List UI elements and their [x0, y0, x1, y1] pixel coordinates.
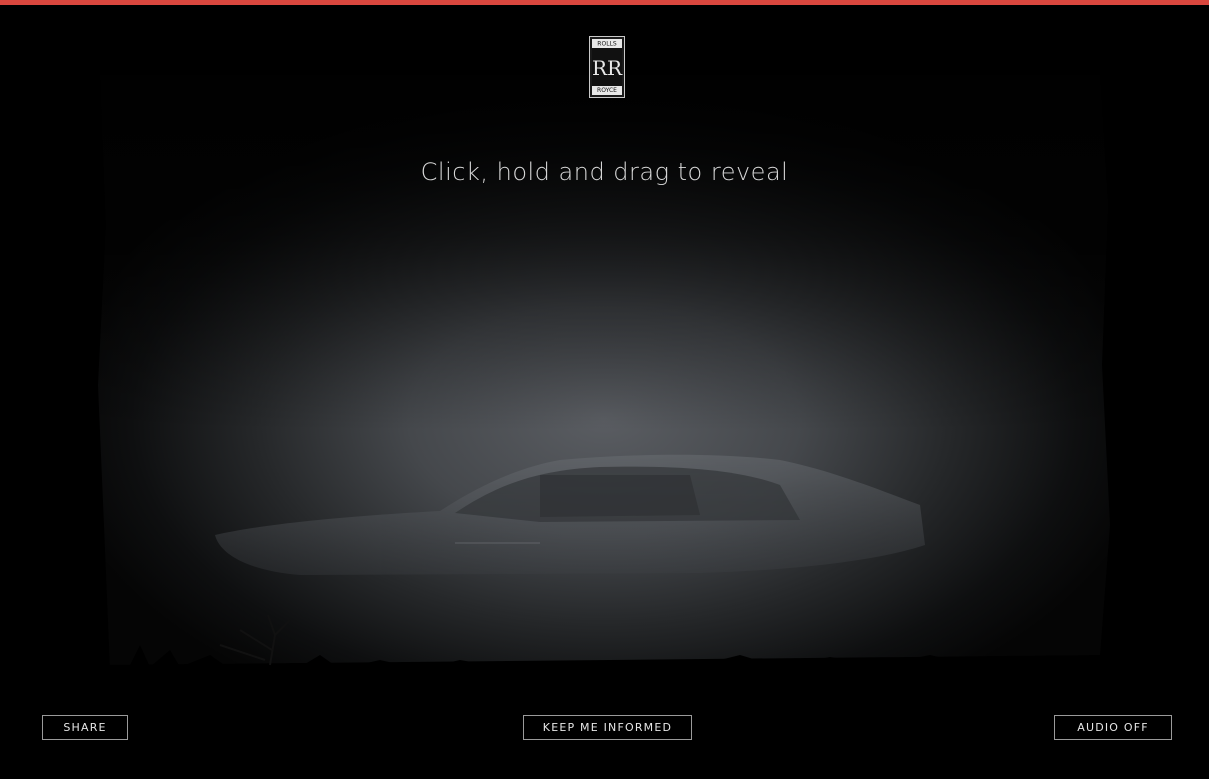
svg-text:RR: RR	[592, 56, 623, 80]
rolls-royce-logo: ROYCE ROLLS RR	[589, 36, 625, 98]
reveal-stage[interactable]: ROYCE ROLLS RR Click, hold and drag to r…	[0, 5, 1209, 779]
share-button[interactable]: SHARE	[42, 715, 128, 740]
svg-text:ROYCE: ROYCE	[597, 87, 617, 94]
keep-me-informed-button[interactable]: KEEP ME INFORMED	[523, 715, 692, 740]
svg-text:ROLLS: ROLLS	[597, 41, 617, 48]
misty-car-scene[interactable]	[0, 5, 1209, 779]
reveal-instruction: Click, hold and drag to reveal	[420, 158, 789, 186]
audio-toggle-button[interactable]: AUDIO OFF	[1054, 715, 1172, 740]
